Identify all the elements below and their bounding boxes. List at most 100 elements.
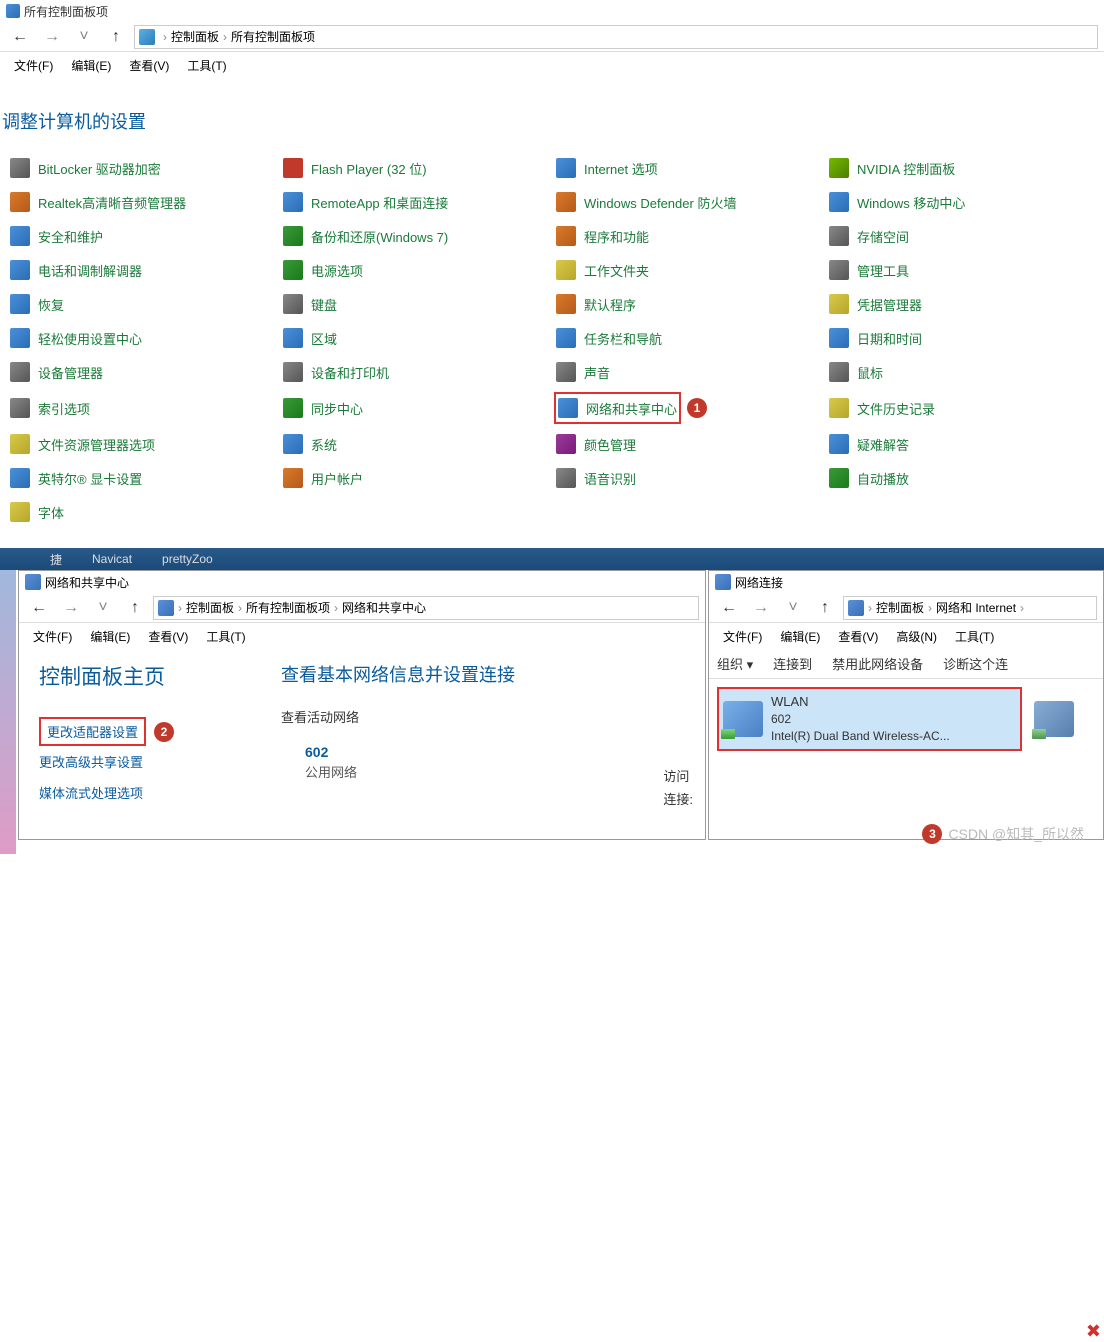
item-label: 用户帐户 [311, 469, 363, 488]
menu-item[interactable]: 工具(T) [198, 626, 253, 647]
control-panel-item[interactable]: 系统 [281, 430, 339, 458]
connection-ethernet[interactable] [1030, 687, 1078, 751]
control-panel-item[interactable]: 文件资源管理器选项 [8, 430, 157, 458]
item-label: 索引选项 [38, 399, 90, 418]
dropdown-history[interactable]: ˅ [89, 596, 117, 620]
control-panel-item[interactable]: RemoteApp 和桌面连接 [281, 188, 450, 216]
control-panel-item[interactable]: 工作文件夹 [554, 256, 651, 284]
breadcrumb-0[interactable]: 控制面板 [186, 599, 234, 616]
control-panel-item[interactable]: 默认程序 [554, 290, 638, 318]
breadcrumb-0[interactable]: 控制面板 [171, 28, 219, 45]
control-panel-item[interactable]: Realtek高清晰音频管理器 [8, 188, 188, 216]
control-panel-item[interactable]: 用户帐户 [281, 464, 365, 492]
taskbar-item[interactable]: prettyZoo [162, 552, 213, 566]
control-panel-item[interactable]: 文件历史记录 [827, 394, 937, 422]
item-label: 恢复 [38, 295, 64, 314]
address-bar[interactable]: › 控制面板 › 所有控制面板项 › 网络和共享中心 [153, 596, 699, 620]
item-icon [556, 260, 576, 280]
address-bar[interactable]: › 控制面板 › 所有控制面板项 [134, 25, 1098, 49]
control-panel-item[interactable]: 安全和维护 [8, 222, 105, 250]
control-panel-item[interactable]: 同步中心 [281, 394, 365, 422]
control-panel-item[interactable]: Windows Defender 防火墙 [554, 188, 738, 216]
menu-item[interactable]: 编辑(E) [82, 626, 138, 647]
control-panel-item[interactable]: NVIDIA 控制面板 [827, 154, 957, 182]
control-panel-item[interactable]: 声音 [554, 358, 612, 386]
control-panel-item[interactable]: 电话和调制解调器 [8, 256, 144, 284]
sidebar-link[interactable]: 媒体流式处理选项 [39, 777, 143, 808]
forward-button[interactable]: → [747, 596, 775, 620]
sidebar-link[interactable]: 更改适配器设置 [39, 717, 146, 746]
control-panel-item[interactable]: 索引选项 [8, 394, 92, 422]
network-icon [25, 574, 41, 590]
control-panel-item[interactable]: 设备和打印机 [281, 358, 391, 386]
breadcrumb-0[interactable]: 控制面板 [876, 599, 924, 616]
taskbar-item[interactable]: 捷 [50, 551, 62, 568]
item-label: 文件资源管理器选项 [38, 435, 155, 454]
breadcrumb-1[interactable]: 网络和 Internet [936, 599, 1016, 616]
dropdown-history[interactable]: ˅ [70, 25, 98, 49]
control-panel-item[interactable]: Flash Player (32 位) [281, 154, 429, 182]
control-panel-item[interactable]: 管理工具 [827, 256, 911, 284]
control-panel-item[interactable]: 网络和共享中心 [554, 392, 681, 424]
control-panel-item[interactable]: 电源选项 [281, 256, 365, 284]
control-panel-item[interactable]: 区域 [281, 324, 339, 352]
up-button[interactable]: ↑ [102, 25, 130, 49]
menu-item[interactable]: 文件(F) [715, 626, 770, 647]
menu-item[interactable]: 工具(T) [179, 55, 234, 76]
organize-button[interactable]: 组织 ▾ [717, 654, 753, 673]
up-button[interactable]: ↑ [811, 596, 839, 620]
connect-to-button[interactable]: 连接到 [773, 654, 812, 673]
sidebar: 控制面板主页 更改适配器设置2更改高级共享设置媒体流式处理选项 [19, 649, 269, 829]
control-panel-item[interactable]: 任务栏和导航 [554, 324, 664, 352]
menu-item[interactable]: 编辑(E) [772, 626, 828, 647]
control-panel-item[interactable]: 恢复 [8, 290, 66, 318]
breadcrumb-2[interactable]: 网络和共享中心 [342, 599, 426, 616]
menu-item[interactable]: 高级(N) [888, 626, 945, 647]
control-panel-item[interactable]: 自动播放 [827, 464, 911, 492]
menu-item[interactable]: 查看(V) [140, 626, 196, 647]
control-panel-item[interactable]: 鼠标 [827, 358, 885, 386]
dropdown-history[interactable]: ˅ [779, 596, 807, 620]
menu-item[interactable]: 文件(F) [6, 55, 61, 76]
item-label: 设备和打印机 [311, 363, 389, 382]
control-panel-item[interactable]: 轻松使用设置中心 [8, 324, 144, 352]
forward-button[interactable]: → [38, 25, 66, 49]
diagnose-button[interactable]: 诊断这个连 [943, 654, 1008, 673]
control-panel-item[interactable]: Windows 移动中心 [827, 188, 967, 216]
menu-item[interactable]: 查看(V) [121, 55, 177, 76]
control-panel-item[interactable]: 疑难解答 [827, 430, 911, 458]
control-panel-item[interactable]: 程序和功能 [554, 222, 651, 250]
control-panel-item[interactable]: 字体 [8, 498, 66, 526]
item-icon [829, 158, 849, 178]
disable-device-button[interactable]: 禁用此网络设备 [832, 654, 923, 673]
sidebar-heading[interactable]: 控制面板主页 [39, 661, 249, 709]
control-panel-item[interactable]: 英特尔® 显卡设置 [8, 464, 144, 492]
control-panel-item[interactable]: Internet 选项 [554, 154, 660, 182]
control-panel-item[interactable]: 语音识别 [554, 464, 638, 492]
up-button[interactable]: ↑ [121, 596, 149, 620]
control-panel-item[interactable]: 备份和还原(Windows 7) [281, 222, 450, 250]
back-button[interactable]: ← [6, 25, 34, 49]
control-panel-item[interactable]: 凭据管理器 [827, 290, 924, 318]
control-panel-item[interactable]: 设备管理器 [8, 358, 105, 386]
control-panel-item[interactable]: 键盘 [281, 290, 339, 318]
menu-item[interactable]: 工具(T) [947, 626, 1002, 647]
menu-item[interactable]: 编辑(E) [63, 55, 119, 76]
taskbar-item[interactable]: Navicat [92, 552, 132, 566]
breadcrumb-1[interactable]: 所有控制面板项 [231, 28, 315, 45]
connection-wlan[interactable]: WLAN 602 Intel(R) Dual Band Wireless-AC.… [717, 687, 1022, 751]
forward-button[interactable]: → [57, 596, 85, 620]
control-panel-item[interactable]: 日期和时间 [827, 324, 924, 352]
connection-ssid: 602 [771, 711, 950, 728]
control-panel-item[interactable]: 颜色管理 [554, 430, 638, 458]
back-button[interactable]: ← [715, 596, 743, 620]
breadcrumb-1[interactable]: 所有控制面板项 [246, 599, 330, 616]
menu-item[interactable]: 查看(V) [830, 626, 886, 647]
control-panel-item[interactable]: 存储空间 [827, 222, 911, 250]
item-label: RemoteApp 和桌面连接 [311, 193, 448, 212]
sidebar-link[interactable]: 更改高级共享设置 [39, 746, 143, 777]
menu-item[interactable]: 文件(F) [25, 626, 80, 647]
back-button[interactable]: ← [25, 596, 53, 620]
control-panel-item[interactable]: BitLocker 驱动器加密 [8, 154, 163, 182]
address-bar[interactable]: › 控制面板 › 网络和 Internet › [843, 596, 1097, 620]
